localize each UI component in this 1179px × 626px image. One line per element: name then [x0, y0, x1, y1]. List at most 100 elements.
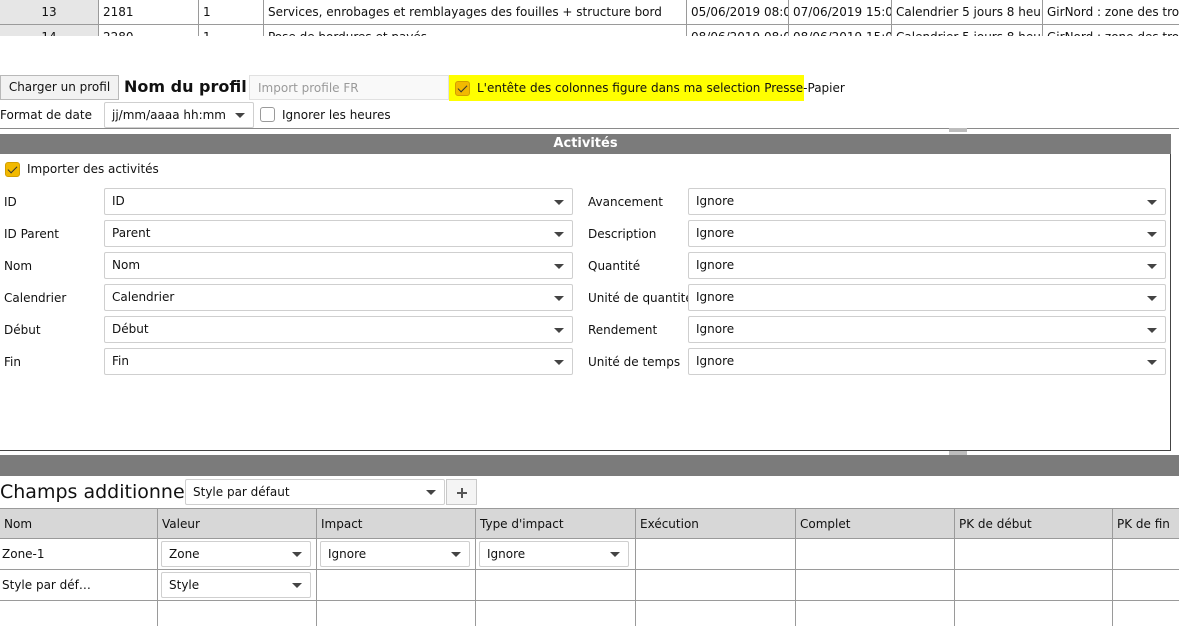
field-label: Unité de temps — [588, 355, 681, 369]
grid-cell[interactable] — [796, 570, 955, 601]
grid-cell[interactable]: Ignore — [317, 539, 476, 570]
splitter-grip[interactable] — [949, 451, 967, 455]
chevron-down-icon — [554, 199, 564, 205]
column-header[interactable]: Valeur — [158, 508, 317, 539]
column-header[interactable]: Exécution — [636, 508, 796, 539]
grid-cell[interactable] — [0, 601, 158, 626]
field-mapping-select-value: Début — [112, 322, 149, 336]
load-profile-button[interactable]: Charger un profil — [0, 75, 119, 100]
field-label: Fin — [4, 355, 21, 369]
column-header[interactable]: PK de fin — [1113, 508, 1179, 539]
preview-row[interactable]: 13 2181 1 Services, enrobages et remblay… — [0, 0, 1179, 25]
grid-cell[interactable]: Style par déf… — [0, 570, 158, 601]
field-mapping-select-value: ID — [112, 194, 125, 208]
grid-cell[interactable] — [955, 601, 1113, 626]
field-mapping-select[interactable]: Ignore — [688, 284, 1166, 311]
grid-cell[interactable] — [1113, 539, 1179, 570]
style-select[interactable]: Style par défaut — [185, 479, 445, 505]
grid-cell[interactable] — [317, 601, 476, 626]
column-header[interactable]: Type d'impact — [476, 508, 636, 539]
profile-name-input[interactable]: Import profile FR — [249, 75, 449, 100]
chevron-down-icon — [1147, 359, 1157, 365]
field-mapping-select-value: Nom — [112, 258, 141, 272]
panel-splitter[interactable] — [0, 455, 1179, 476]
column-header[interactable]: Complet — [796, 508, 955, 539]
import-activities-checkbox[interactable] — [5, 162, 20, 177]
ignore-hours-label: Ignorer les heures — [282, 108, 391, 122]
field-mapping-select[interactable]: Fin — [104, 348, 573, 375]
field-mapping-select[interactable]: Ignore — [688, 348, 1166, 375]
grid-cell[interactable] — [955, 570, 1113, 601]
field-mapping-select[interactable]: Ignore — [688, 188, 1166, 215]
chevron-down-icon — [554, 295, 564, 301]
field-mapping-select[interactable]: ID — [104, 188, 573, 215]
cell-select-value: Ignore — [328, 547, 367, 561]
grid-cell[interactable]: Zone — [158, 539, 317, 570]
date-format-label: Format de date — [0, 108, 92, 122]
field-mapping-select-value: Parent — [112, 226, 151, 240]
preview-cell-zone: GirNord : zone des trotto — [1043, 0, 1179, 25]
header-included-label: L'entête des colonnes figure dans ma sel… — [477, 81, 845, 95]
grid-cell[interactable] — [476, 570, 636, 601]
preview-row-header[interactable]: 14 — [0, 25, 99, 36]
column-header[interactable]: Impact — [317, 508, 476, 539]
grid-cell[interactable]: Zone-1 — [0, 539, 158, 570]
field-mapping-select-value: Ignore — [696, 194, 735, 208]
grid-cell[interactable] — [158, 601, 317, 626]
field-mapping-select[interactable]: Début — [104, 316, 573, 343]
grid-cell[interactable] — [317, 570, 476, 601]
field-name: Zone-1 — [2, 547, 45, 561]
grid-cell[interactable] — [636, 570, 796, 601]
grid-cell[interactable] — [1113, 601, 1179, 626]
cell-select[interactable]: Style — [161, 572, 311, 598]
field-label: Unité de quantité — [588, 291, 693, 305]
field-label: ID Parent — [4, 227, 60, 241]
grid-cell[interactable]: Style — [158, 570, 317, 601]
preview-cell-end: 07/06/2019 15:00 — [789, 0, 892, 25]
splitter-grip[interactable] — [949, 128, 967, 132]
grid-cell[interactable] — [796, 539, 955, 570]
cell-select[interactable]: Ignore — [320, 541, 470, 567]
date-format-select[interactable]: jj/mm/aaaa hh:mm — [104, 102, 254, 128]
field-label: Rendement — [588, 323, 658, 337]
cell-select-value: Style — [169, 578, 200, 592]
grid-cell[interactable]: Ignore — [476, 539, 636, 570]
header-included-checkbox[interactable] — [455, 81, 470, 96]
column-header[interactable]: Nom — [0, 508, 158, 539]
style-select-value: Style par défaut — [193, 485, 290, 499]
field-mapping-select-value: Calendrier — [112, 290, 175, 304]
grid-cell[interactable] — [636, 539, 796, 570]
field-mapping-select-value: Ignore — [696, 226, 735, 240]
field-name: Style par déf… — [2, 578, 91, 592]
cell-select[interactable]: Zone — [161, 541, 311, 567]
field-label: Quantité — [588, 259, 641, 273]
preview-row[interactable]: 14 2280 1 Pose de bordures et pavés 08/0… — [0, 25, 1179, 36]
grid-cell[interactable] — [1113, 570, 1179, 601]
additional-fields-title: Champs additionnels — [0, 481, 200, 503]
add-field-button[interactable] — [446, 479, 477, 505]
column-header[interactable]: PK de début — [955, 508, 1113, 539]
field-mapping-select-value: Ignore — [696, 354, 735, 368]
chevron-down-icon — [1147, 327, 1157, 333]
splitter-line — [0, 128, 1179, 129]
date-format-value: jj/mm/aaaa hh:mm — [112, 108, 226, 122]
chevron-down-icon — [610, 552, 620, 557]
cell-select[interactable]: Ignore — [479, 541, 629, 567]
chevron-down-icon — [1147, 263, 1157, 269]
preview-cell-calendar: Calendrier 5 jours 8 heures — [892, 0, 1043, 25]
field-mapping-select[interactable]: Calendrier — [104, 284, 573, 311]
field-label: ID — [4, 195, 17, 209]
grid-cell[interactable] — [955, 539, 1113, 570]
chevron-down-icon — [554, 263, 564, 269]
field-mapping-select[interactable]: Ignore — [688, 252, 1166, 279]
field-mapping-select[interactable]: Parent — [104, 220, 573, 247]
grid-cell[interactable] — [796, 601, 955, 626]
grid-cell[interactable] — [636, 601, 796, 626]
field-mapping-select[interactable]: Ignore — [688, 220, 1166, 247]
field-mapping-select[interactable]: Ignore — [688, 316, 1166, 343]
preview-row-header[interactable]: 13 — [0, 0, 99, 25]
grid-cell[interactable] — [476, 601, 636, 626]
ignore-hours-checkbox[interactable] — [260, 107, 275, 122]
field-mapping-select[interactable]: Nom — [104, 252, 573, 279]
preview-cell-parent: 1 — [199, 25, 264, 36]
